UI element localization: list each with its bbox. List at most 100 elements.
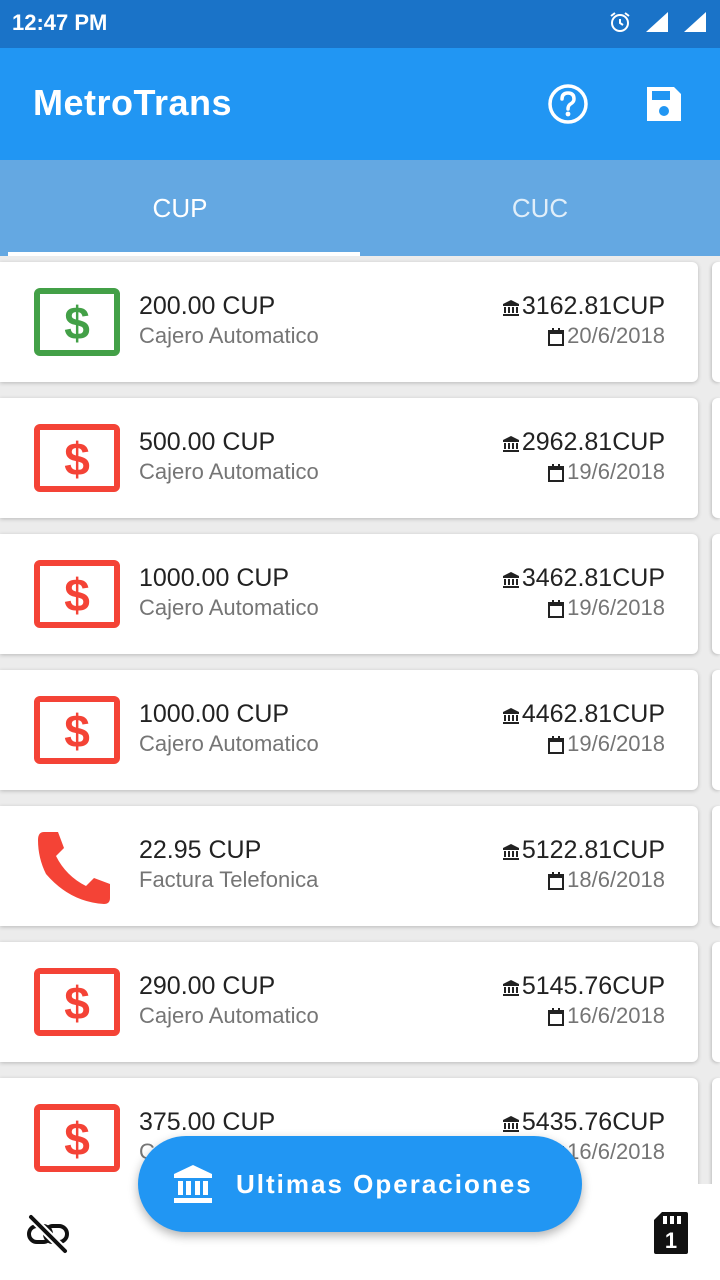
transaction-amount: 290.00 CUP bbox=[139, 972, 276, 1000]
transaction-amount: 375.00 CUP bbox=[139, 1108, 276, 1136]
transaction-balance: 5145.76CUP bbox=[502, 972, 665, 1001]
calendar-icon bbox=[548, 736, 565, 754]
peek-card bbox=[712, 398, 720, 518]
bank-small-icon bbox=[502, 1115, 519, 1132]
dollar-bill-icon: $ bbox=[34, 968, 120, 1036]
transaction-amount: 22.95 CUP bbox=[139, 836, 262, 864]
help-circle-icon bbox=[548, 84, 588, 124]
signal-icon-2 bbox=[684, 12, 706, 32]
bank-small-icon bbox=[502, 979, 519, 996]
transaction-description: Factura Telefonica bbox=[139, 867, 319, 892]
transaction-amount: 200.00 CUP bbox=[139, 292, 276, 320]
dollar-bill-icon: $ bbox=[34, 696, 120, 764]
date-value: 20/6/2018 bbox=[567, 323, 665, 348]
dollar-bill-icon: $ bbox=[34, 424, 120, 492]
tab-cuc[interactable]: CUC bbox=[360, 160, 720, 256]
date-value: 16/6/2018 bbox=[567, 1003, 665, 1028]
transaction-date: 20/6/2018 bbox=[547, 323, 665, 349]
transaction-card[interactable]: $500.00 CUP Cajero Automatico 2962.81CUP 19… bbox=[0, 398, 698, 518]
svg-text:$: $ bbox=[64, 569, 90, 621]
transaction-amount: 500.00 CUP bbox=[139, 428, 276, 456]
app-title: MetroTrans bbox=[33, 82, 233, 123]
transaction-date: 16/6/2018 bbox=[547, 1003, 665, 1029]
dollar-bill-icon: $ bbox=[34, 1104, 120, 1172]
link-off-icon[interactable] bbox=[26, 1212, 70, 1256]
transaction-description: Cajero Automatico bbox=[139, 731, 319, 756]
floppy-disk-icon bbox=[647, 87, 681, 121]
transaction-card[interactable]: 22.95 CUP Factura Telefonica 5122.81CUP 18/… bbox=[0, 806, 698, 926]
svg-text:$: $ bbox=[64, 977, 90, 1029]
ultimas-operaciones-button[interactable]: Ultimas Operaciones bbox=[138, 1136, 582, 1232]
svg-text:$: $ bbox=[64, 705, 90, 757]
phone-icon bbox=[38, 832, 110, 904]
transaction-balance: 3162.81CUP bbox=[502, 292, 665, 321]
peek-card bbox=[712, 534, 720, 654]
svg-text:$: $ bbox=[64, 297, 90, 349]
transaction-balance: 2962.81CUP bbox=[502, 428, 665, 457]
transaction-date: 19/6/2018 bbox=[547, 731, 665, 757]
balance-value: 5435.76CUP bbox=[521, 1108, 665, 1136]
transaction-card[interactable]: $200.00 CUP Cajero Automatico 3162.81CUP 20… bbox=[0, 262, 698, 382]
tab-cup-label: CUP bbox=[152, 192, 208, 223]
fab-label: Ultimas Operaciones bbox=[236, 1168, 533, 1199]
calendar-icon bbox=[548, 872, 565, 890]
bank-icon bbox=[174, 1165, 212, 1203]
balance-value: 3462.81CUP bbox=[521, 564, 665, 592]
transaction-date: 18/6/2018 bbox=[547, 867, 665, 893]
bank-small-icon bbox=[502, 571, 519, 588]
transaction-balance: 3462.81CUP bbox=[502, 564, 665, 593]
next-page-peek bbox=[712, 256, 720, 1184]
currency-tabs: CUP CUC bbox=[0, 160, 720, 256]
signal-icon bbox=[646, 12, 668, 32]
transaction-card[interactable]: $1000.00 CUP Cajero Automatico 3462.81CUP 1… bbox=[0, 534, 698, 654]
tab-cup[interactable]: CUP bbox=[0, 160, 360, 256]
svg-text:1: 1 bbox=[665, 1228, 677, 1253]
bank-small-icon bbox=[502, 707, 519, 724]
date-value: 19/6/2018 bbox=[567, 595, 665, 620]
transaction-amount: 1000.00 CUP bbox=[139, 564, 290, 592]
peek-card bbox=[712, 806, 720, 926]
transaction-date: 19/6/2018 bbox=[547, 459, 665, 485]
transaction-description: Cajero Automatico bbox=[139, 595, 319, 620]
transaction-card[interactable]: $1000.00 CUP Cajero Automatico 4462.81CUP 1… bbox=[0, 670, 698, 790]
peek-card bbox=[712, 670, 720, 790]
status-time: 12:47 PM bbox=[12, 10, 108, 35]
svg-text:$: $ bbox=[64, 433, 90, 485]
transaction-balance: 4462.81CUP bbox=[502, 700, 665, 729]
calendar-icon bbox=[548, 464, 565, 482]
date-value: 16/6/2018 bbox=[567, 1139, 665, 1164]
calendar-icon bbox=[548, 600, 565, 618]
peek-card bbox=[712, 262, 720, 382]
tab-cuc-label: CUC bbox=[511, 192, 569, 223]
transaction-balance: 5122.81CUP bbox=[502, 836, 665, 865]
transaction-description: Cajero Automatico bbox=[139, 323, 319, 348]
status-bar: 12:47 PM bbox=[0, 0, 720, 48]
peek-card bbox=[712, 942, 720, 1062]
transaction-list[interactable]: $200.00 CUP Cajero Automatico 3162.81CUP 20… bbox=[0, 256, 720, 1184]
date-value: 18/6/2018 bbox=[567, 867, 665, 892]
balance-value: 3162.81CUP bbox=[521, 292, 665, 320]
status-icons bbox=[608, 10, 708, 34]
transaction-amount: 1000.00 CUP bbox=[139, 700, 290, 728]
balance-value: 4462.81CUP bbox=[521, 700, 665, 728]
peek-card bbox=[712, 1078, 720, 1184]
bank-small-icon bbox=[502, 843, 519, 860]
svg-text:$: $ bbox=[64, 1113, 90, 1165]
transaction-balance: 5435.76CUP bbox=[502, 1108, 665, 1137]
date-value: 19/6/2018 bbox=[567, 459, 665, 484]
bank-small-icon bbox=[502, 435, 519, 452]
save-button[interactable] bbox=[642, 82, 686, 126]
calendar-icon bbox=[548, 1008, 565, 1026]
dollar-bill-icon: $ bbox=[34, 288, 120, 356]
sim-card-1-icon[interactable]: 1 bbox=[652, 1210, 690, 1256]
transaction-card[interactable]: $290.00 CUP Cajero Automatico 5145.76CUP 16… bbox=[0, 942, 698, 1062]
alarm-icon bbox=[610, 12, 630, 32]
app-bar: MetroTrans bbox=[0, 48, 720, 160]
date-value: 19/6/2018 bbox=[567, 731, 665, 756]
help-button[interactable] bbox=[546, 82, 590, 126]
calendar-icon bbox=[548, 328, 565, 346]
balance-value: 2962.81CUP bbox=[521, 428, 665, 456]
transaction-description: Cajero Automatico bbox=[139, 459, 319, 484]
transaction-date: 19/6/2018 bbox=[547, 595, 665, 621]
bank-small-icon bbox=[502, 299, 519, 316]
